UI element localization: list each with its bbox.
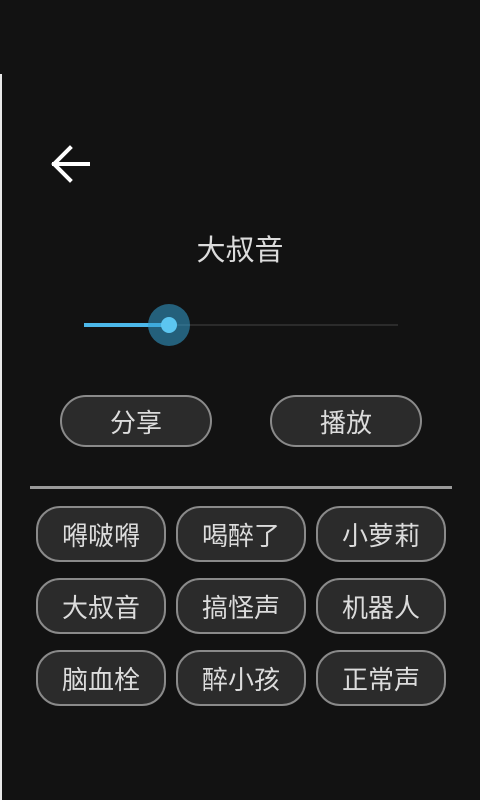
arrow-left-icon	[51, 145, 90, 183]
effect-button[interactable]: 嘚啵嘚	[36, 506, 166, 562]
divider	[30, 486, 452, 489]
effect-button[interactable]: 脑血栓	[36, 650, 166, 706]
effect-button[interactable]: 醉小孩	[176, 650, 306, 706]
play-button[interactable]: 播放	[270, 395, 422, 447]
slider-thumb[interactable]	[147, 304, 190, 346]
effect-button[interactable]: 小萝莉	[316, 506, 446, 562]
left-edge-border	[0, 74, 2, 800]
slider-thumb-core	[160, 317, 177, 333]
effect-button[interactable]: 搞怪声	[176, 578, 306, 634]
voice-changer-screen: 大叔音 分享 播放 嘚啵嘚 喝醉了 小萝莉 大叔音 搞怪声 机器人 脑血栓 醉小…	[0, 0, 480, 800]
pitch-slider[interactable]	[84, 300, 398, 350]
effect-button[interactable]: 正常声	[316, 650, 446, 706]
back-button[interactable]	[44, 140, 96, 188]
effect-button[interactable]: 机器人	[316, 578, 446, 634]
effect-button[interactable]: 大叔音	[36, 578, 166, 634]
effect-button[interactable]: 喝醉了	[176, 506, 306, 562]
page-title: 大叔音	[196, 233, 284, 267]
share-button[interactable]: 分享	[60, 395, 212, 447]
